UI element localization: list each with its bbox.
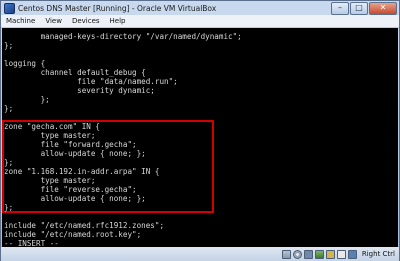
host-key-label: Right Ctrl <box>361 250 395 258</box>
window-controls: – □ ✕ <box>331 2 397 15</box>
close-button[interactable]: ✕ <box>369 2 397 15</box>
virtualbox-window: Centos DNS Master [Running] - Oracle VM … <box>0 0 400 261</box>
terminal-line: zone "gecha.com" IN { <box>4 122 101 131</box>
vm-console-screen[interactable]: managed-keys-directory "/var/named/dynam… <box>2 28 398 247</box>
terminal-line: }; <box>4 104 14 113</box>
terminal-line: allow-update { none; }; <box>4 194 146 203</box>
menu-view[interactable]: View <box>40 17 67 25</box>
terminal-line: include "/etc/named.rfc1912.zones"; <box>4 221 165 230</box>
menu-devices[interactable]: Devices <box>67 17 105 25</box>
terminal-line: severity dynamic; <box>4 86 155 95</box>
virtualbox-app-icon <box>4 2 15 14</box>
terminal-line: -- INSERT -- <box>4 239 59 247</box>
maximize-button[interactable]: □ <box>350 2 368 15</box>
menu-machine[interactable]: Machine <box>1 17 40 25</box>
terminal-line: }; <box>4 41 14 50</box>
terminal-line: include "/etc/named.root.key"; <box>4 230 142 239</box>
terminal-line: channel default_debug { <box>4 68 146 77</box>
hdd-icon[interactable] <box>281 249 291 259</box>
terminal-line: type master; <box>4 131 96 140</box>
menu-bar: Machine View Devices Help <box>1 15 399 28</box>
terminal-line: file "forward.gecha"; <box>4 140 137 149</box>
cd-icon[interactable] <box>292 249 302 259</box>
terminal-line: file "reverse.gecha"; <box>4 185 137 194</box>
terminal-line: file "data/named.run"; <box>4 77 178 86</box>
menu-help[interactable]: Help <box>105 17 131 25</box>
terminal-line: }; <box>4 158 14 167</box>
minimize-button[interactable]: – <box>331 2 349 15</box>
title-bar[interactable]: Centos DNS Master [Running] - Oracle VM … <box>1 1 399 15</box>
terminal-line: type master; <box>4 176 96 185</box>
keyboard-capture-icon[interactable] <box>347 249 357 259</box>
terminal-line: managed-keys-directory "/var/named/dynam… <box>4 32 242 41</box>
terminal-line: }; <box>4 95 50 104</box>
terminal-line: }; <box>4 203 14 212</box>
terminal-line: logging { <box>4 59 46 68</box>
network-icon[interactable] <box>314 249 324 259</box>
shared-folder-icon[interactable] <box>325 249 335 259</box>
usb-icon[interactable] <box>303 249 313 259</box>
terminal-line: allow-update { none; }; <box>4 149 146 158</box>
terminal-line: zone "1.168.192.in-addr.arpa" IN { <box>4 167 160 176</box>
mouse-integration-icon[interactable] <box>336 249 346 259</box>
status-bar: Right Ctrl <box>1 247 399 261</box>
window-title: Centos DNS Master [Running] - Oracle VM … <box>18 3 217 13</box>
